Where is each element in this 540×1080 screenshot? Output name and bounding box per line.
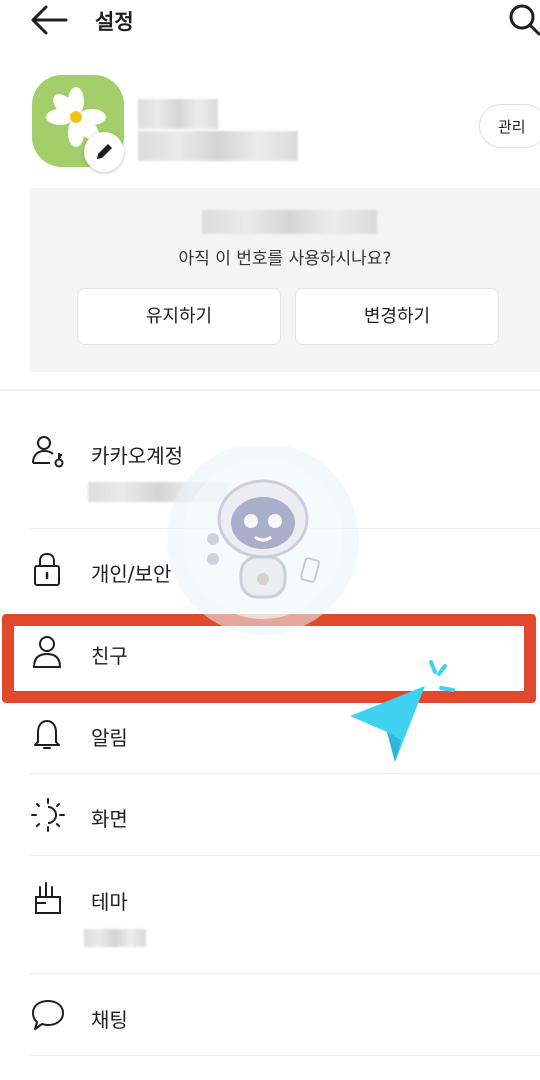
pencil-icon: [97, 144, 112, 159]
row-divider: [30, 1055, 540, 1056]
brush-icon: [35, 882, 61, 914]
chat-bubble-icon: [32, 1000, 64, 1030]
menu-item-label: 채팅: [91, 1008, 128, 1032]
search-icon[interactable]: [507, 2, 540, 36]
menu-item-label: 테마: [91, 890, 128, 914]
top-bar: 설정: [0, 0, 540, 40]
cursor-arrow-icon: [350, 660, 455, 762]
keep-number-button[interactable]: 유지하기: [77, 288, 281, 345]
section-divider: [0, 389, 540, 391]
change-number-button[interactable]: 변경하기: [295, 288, 499, 345]
row-divider: [30, 773, 540, 774]
bell-icon: [34, 720, 60, 749]
account-key-icon: [32, 436, 64, 468]
menu-item-display[interactable]: 화면: [0, 793, 540, 853]
number-question-text: 아직 이 번호를 사용하시나요?: [178, 249, 392, 269]
edit-profile-button[interactable]: [84, 132, 124, 172]
manage-button[interactable]: 관리: [479, 104, 540, 148]
menu-item-chats[interactable]: 채팅: [0, 994, 540, 1054]
lock-icon: [34, 552, 60, 586]
theme-name-redacted: [84, 929, 146, 947]
robot-mascot-icon: [167, 447, 359, 635]
brightness-icon: [31, 798, 65, 832]
menu-item-theme[interactable]: 테마: [0, 876, 540, 971]
menu-item-label: 개인/보안: [91, 562, 172, 586]
row-divider: [30, 973, 540, 974]
phone-number-redacted: [202, 210, 377, 234]
back-arrow-icon[interactable]: [30, 4, 68, 36]
menu-item-label: 화면: [91, 807, 128, 831]
profile-status-redacted: [138, 131, 298, 161]
row-divider: [30, 855, 540, 856]
profile-name-redacted: [138, 99, 218, 129]
menu-item-notifications[interactable]: 알림: [0, 712, 540, 772]
menu-item-label: 알림: [91, 726, 128, 750]
page-title: 설정: [95, 10, 134, 34]
